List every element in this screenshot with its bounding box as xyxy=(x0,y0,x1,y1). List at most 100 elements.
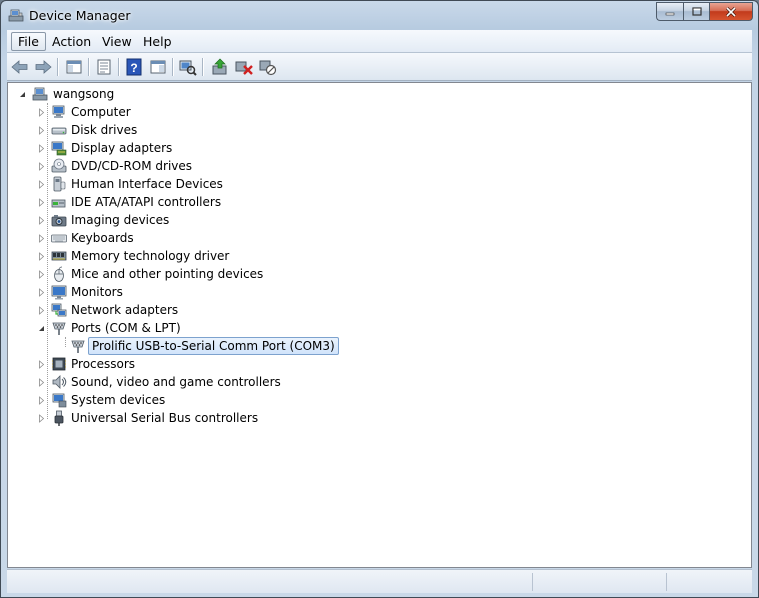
close-icon xyxy=(725,6,737,17)
tree-root[interactable]: wangsong xyxy=(8,85,308,103)
expand-arrow-icon[interactable] xyxy=(37,144,46,153)
device-manager-icon xyxy=(8,9,24,22)
tree-category-item[interactable]: Processors xyxy=(8,355,748,373)
tree-category-label: Ports (COM & LPT) xyxy=(71,321,181,335)
ide-controller-icon xyxy=(51,199,66,208)
tree-root-label: wangsong xyxy=(53,87,115,101)
keyboard-icon xyxy=(51,234,67,243)
collapse-arrow-icon[interactable] xyxy=(18,90,27,99)
forward-arrow-icon[interactable] xyxy=(33,57,53,77)
tree-device-item[interactable]: Prolific USB-to-Serial Comm Port (COM3) xyxy=(8,337,748,355)
tree-category-label: Computer xyxy=(71,105,131,119)
expand-arrow-icon[interactable] xyxy=(37,180,46,189)
tree-category-label: Memory technology driver xyxy=(71,249,230,263)
expand-arrow-icon[interactable] xyxy=(37,162,46,171)
expand-arrow-icon[interactable] xyxy=(37,198,46,207)
minimize-button[interactable] xyxy=(656,2,683,21)
toolbar-separator xyxy=(202,58,203,76)
menu-help[interactable]: Help xyxy=(137,32,178,51)
tree-category-label: System devices xyxy=(71,393,166,407)
menu-bar: File Action View Help xyxy=(7,30,752,53)
close-button[interactable] xyxy=(709,2,753,21)
window-title: Device Manager xyxy=(29,8,131,23)
status-bar xyxy=(7,569,752,593)
status-pane xyxy=(666,573,667,591)
disk-drive-icon xyxy=(51,127,67,135)
tree-category-label: Keyboards xyxy=(71,231,134,245)
monitor-icon xyxy=(51,285,67,300)
tree-category-item[interactable]: System devices xyxy=(8,391,748,409)
menu-file[interactable]: File xyxy=(11,32,46,51)
expand-arrow-icon[interactable] xyxy=(37,126,46,135)
expand-arrow-icon[interactable] xyxy=(37,396,46,405)
expand-arrow-icon[interactable] xyxy=(37,288,46,297)
tree-category-item[interactable]: Mice and other pointing devices xyxy=(8,265,748,283)
update-driver-icon[interactable] xyxy=(210,57,230,77)
collapse-arrow-icon[interactable] xyxy=(37,324,46,333)
tree-category-label: IDE ATA/ATAPI controllers xyxy=(71,195,222,209)
tree-category-item[interactable]: Universal Serial Bus controllers xyxy=(8,409,748,427)
expand-arrow-icon[interactable] xyxy=(37,306,46,315)
tree-category-item[interactable]: Display adapters xyxy=(8,139,748,157)
tree-category-label: Sound, video and game controllers xyxy=(71,375,281,389)
computer-icon xyxy=(52,105,65,118)
memory-icon xyxy=(51,251,67,261)
tree-category-item[interactable]: Human Interface Devices xyxy=(8,175,748,193)
tree-category-item[interactable]: Monitors xyxy=(8,283,748,301)
device-manager-window: Device Manager File Action View Help ? w… xyxy=(0,0,759,598)
disable-icon[interactable] xyxy=(258,57,278,77)
processor-icon xyxy=(52,357,66,371)
expand-arrow-icon[interactable] xyxy=(37,414,46,423)
toolbar: ? xyxy=(7,53,752,81)
caption-buttons xyxy=(656,2,753,21)
tree-category-item[interactable]: Imaging devices xyxy=(8,211,748,229)
tree-category-label: Network adapters xyxy=(71,303,179,317)
console-tree-icon[interactable] xyxy=(64,57,84,77)
properties-icon[interactable] xyxy=(94,57,114,77)
hid-icon xyxy=(53,176,66,192)
tree-category-item[interactable]: Sound, video and game controllers xyxy=(8,373,748,391)
port-icon xyxy=(52,322,66,335)
system-device-icon xyxy=(52,393,67,408)
device-tree[interactable]: wangsong Computer Disk drives Display adap… xyxy=(7,82,752,568)
tree-category-label: Processors xyxy=(71,357,136,371)
tree-category-item[interactable]: Ports (COM & LPT) xyxy=(8,319,748,337)
sound-icon xyxy=(52,375,67,389)
expand-arrow-icon[interactable] xyxy=(37,252,46,261)
menu-view[interactable]: View xyxy=(96,32,138,51)
expand-arrow-icon[interactable] xyxy=(37,270,46,279)
tree-category-item[interactable]: IDE ATA/ATAPI controllers xyxy=(8,193,748,211)
tree-category-item[interactable]: Disk drives xyxy=(8,121,748,139)
usb-icon xyxy=(54,410,64,426)
tree-category-item[interactable]: Network adapters xyxy=(8,301,748,319)
maximize-icon xyxy=(691,7,702,16)
maximize-button[interactable] xyxy=(683,2,709,21)
help-icon[interactable]: ? xyxy=(124,57,144,77)
tree-category-item[interactable]: Memory technology driver xyxy=(8,247,748,265)
port-icon xyxy=(71,340,85,353)
status-pane xyxy=(532,573,533,591)
expand-arrow-icon[interactable] xyxy=(37,108,46,117)
expand-arrow-icon[interactable] xyxy=(37,378,46,387)
toolbar-separator xyxy=(118,58,119,76)
mouse-icon xyxy=(54,266,64,282)
tree-device-label: Prolific USB-to-Serial Comm Port (COM3) xyxy=(88,337,339,355)
tree-category-item[interactable]: Computer xyxy=(8,103,748,121)
uninstall-icon[interactable] xyxy=(234,57,254,77)
tree-category-item[interactable]: DVD/CD-ROM drives xyxy=(8,157,748,175)
expand-arrow-icon[interactable] xyxy=(37,360,46,369)
scan-hardware-icon[interactable] xyxy=(178,57,198,77)
tree-category-label: Display adapters xyxy=(71,141,173,155)
expand-arrow-icon[interactable] xyxy=(37,234,46,243)
expand-arrow-icon[interactable] xyxy=(37,216,46,225)
toolbar-separator xyxy=(172,58,173,76)
back-arrow-icon[interactable] xyxy=(10,57,30,77)
menu-action[interactable]: Action xyxy=(46,32,97,51)
computer-root-icon xyxy=(32,87,48,101)
action-pane-icon[interactable] xyxy=(148,57,168,77)
imaging-device-icon xyxy=(51,215,67,227)
tree-category-item[interactable]: Keyboards xyxy=(8,229,748,247)
title-bar[interactable]: Device Manager xyxy=(1,1,758,29)
svg-text:?: ? xyxy=(130,61,137,75)
tree-category-label: Mice and other pointing devices xyxy=(71,267,264,281)
